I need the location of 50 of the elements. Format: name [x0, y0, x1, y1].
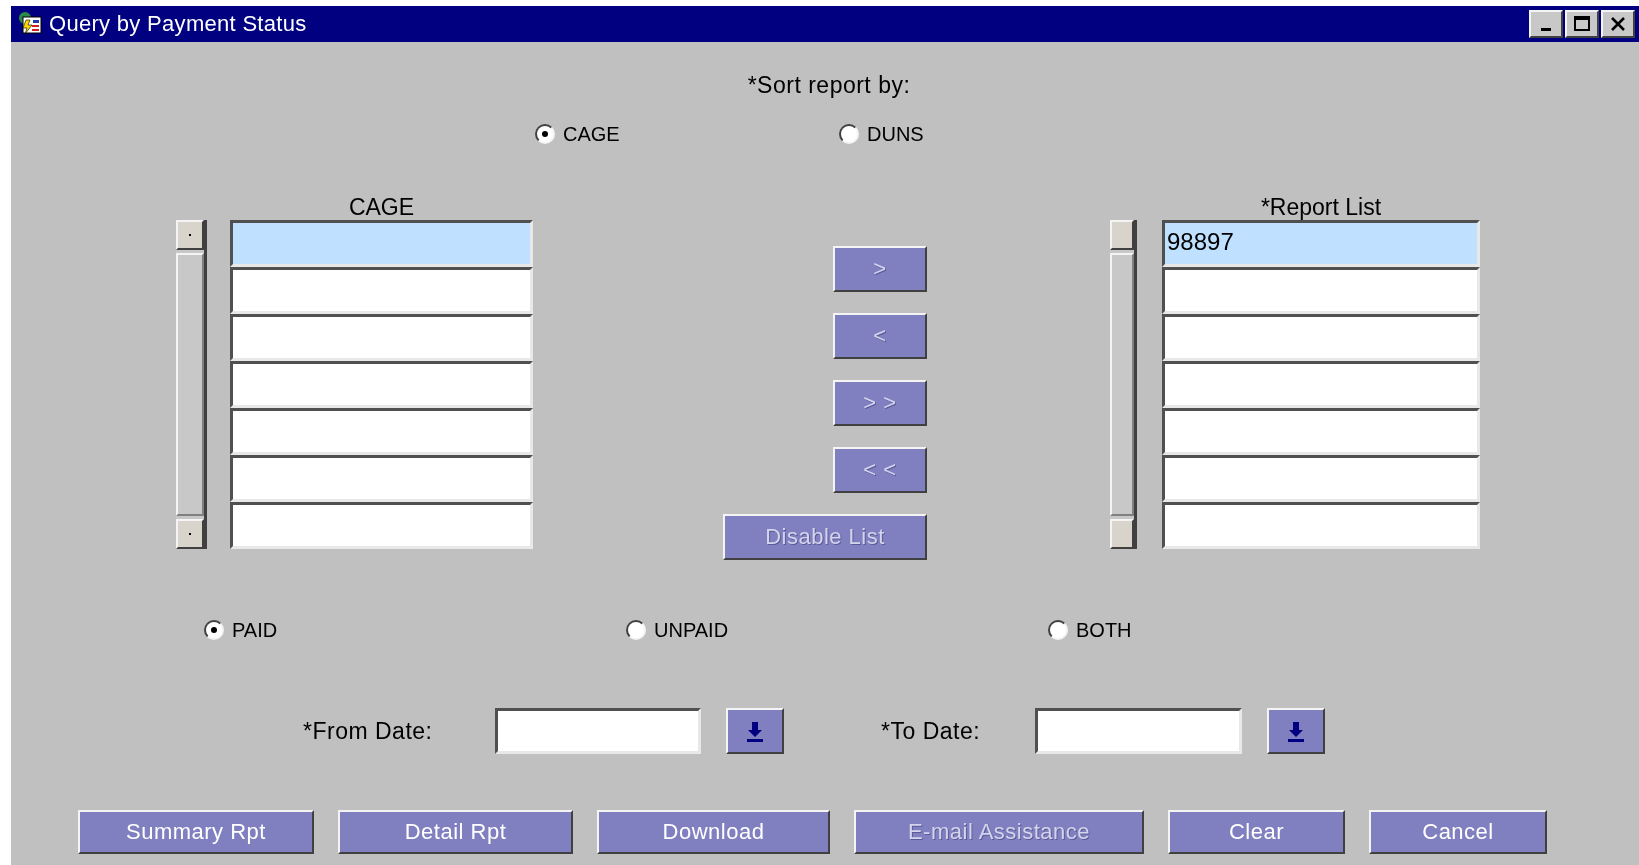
maximize-button[interactable]	[1565, 10, 1599, 38]
radio-button[interactable]	[1048, 620, 1068, 640]
scrollbar[interactable]	[1110, 220, 1137, 549]
list-row[interactable]	[230, 502, 533, 549]
date-label: *From Date:	[303, 717, 434, 745]
list-row[interactable]	[230, 220, 533, 267]
action-button[interactable]: Download	[597, 810, 830, 854]
radio-label[interactable]: UNPAID	[654, 618, 729, 642]
list-title: CAGE	[347, 194, 416, 220]
app-icon	[19, 12, 42, 35]
radio-label[interactable]: DUNS	[867, 122, 924, 146]
action-button[interactable]: Summary Rpt	[78, 810, 314, 854]
window-title: Query by Payment Status	[49, 11, 308, 37]
action-button[interactable]: Cancel	[1369, 810, 1547, 854]
calendar-button[interactable]	[726, 708, 784, 754]
date-field[interactable]	[495, 708, 701, 754]
maximize-icon	[1573, 16, 1591, 32]
radio-button[interactable]	[626, 620, 646, 640]
radio-button[interactable]	[839, 124, 859, 144]
radio-label[interactable]: BOTH	[1076, 618, 1132, 642]
download-arrow-icon	[746, 720, 764, 742]
action-button[interactable]: Clear	[1168, 810, 1345, 854]
list-row[interactable]	[230, 267, 533, 314]
list-row[interactable]	[1162, 502, 1480, 549]
date-label: *To Date:	[881, 717, 982, 745]
list-row[interactable]	[230, 408, 533, 455]
radio-button[interactable]	[204, 620, 224, 640]
close-button[interactable]	[1601, 10, 1635, 38]
list-row[interactable]	[230, 361, 533, 408]
list-row[interactable]	[230, 314, 533, 361]
radio-button[interactable]	[535, 124, 555, 144]
list-title: *Report List	[1259, 194, 1383, 220]
list-row[interactable]	[1162, 408, 1480, 455]
calendar-button[interactable]	[1267, 708, 1325, 754]
list-row[interactable]	[1162, 267, 1480, 314]
download-arrow-icon	[1287, 720, 1305, 742]
scrollbar[interactable]	[176, 220, 207, 549]
date-field[interactable]	[1035, 708, 1242, 754]
radio-label[interactable]: CAGE	[563, 122, 620, 146]
list-row[interactable]	[1162, 361, 1480, 408]
list-row[interactable]	[1162, 314, 1480, 361]
action-button[interactable]: Detail Rpt	[338, 810, 573, 854]
sort-label: *Sort report by:	[747, 72, 911, 99]
minimize-button[interactable]	[1529, 10, 1563, 38]
close-icon	[1609, 16, 1627, 32]
list-row[interactable]	[1162, 455, 1480, 502]
minimize-icon	[1541, 28, 1551, 31]
radio-label[interactable]: PAID	[232, 618, 278, 642]
list-row[interactable]	[230, 455, 533, 502]
list-row[interactable]: 98897	[1162, 220, 1480, 267]
